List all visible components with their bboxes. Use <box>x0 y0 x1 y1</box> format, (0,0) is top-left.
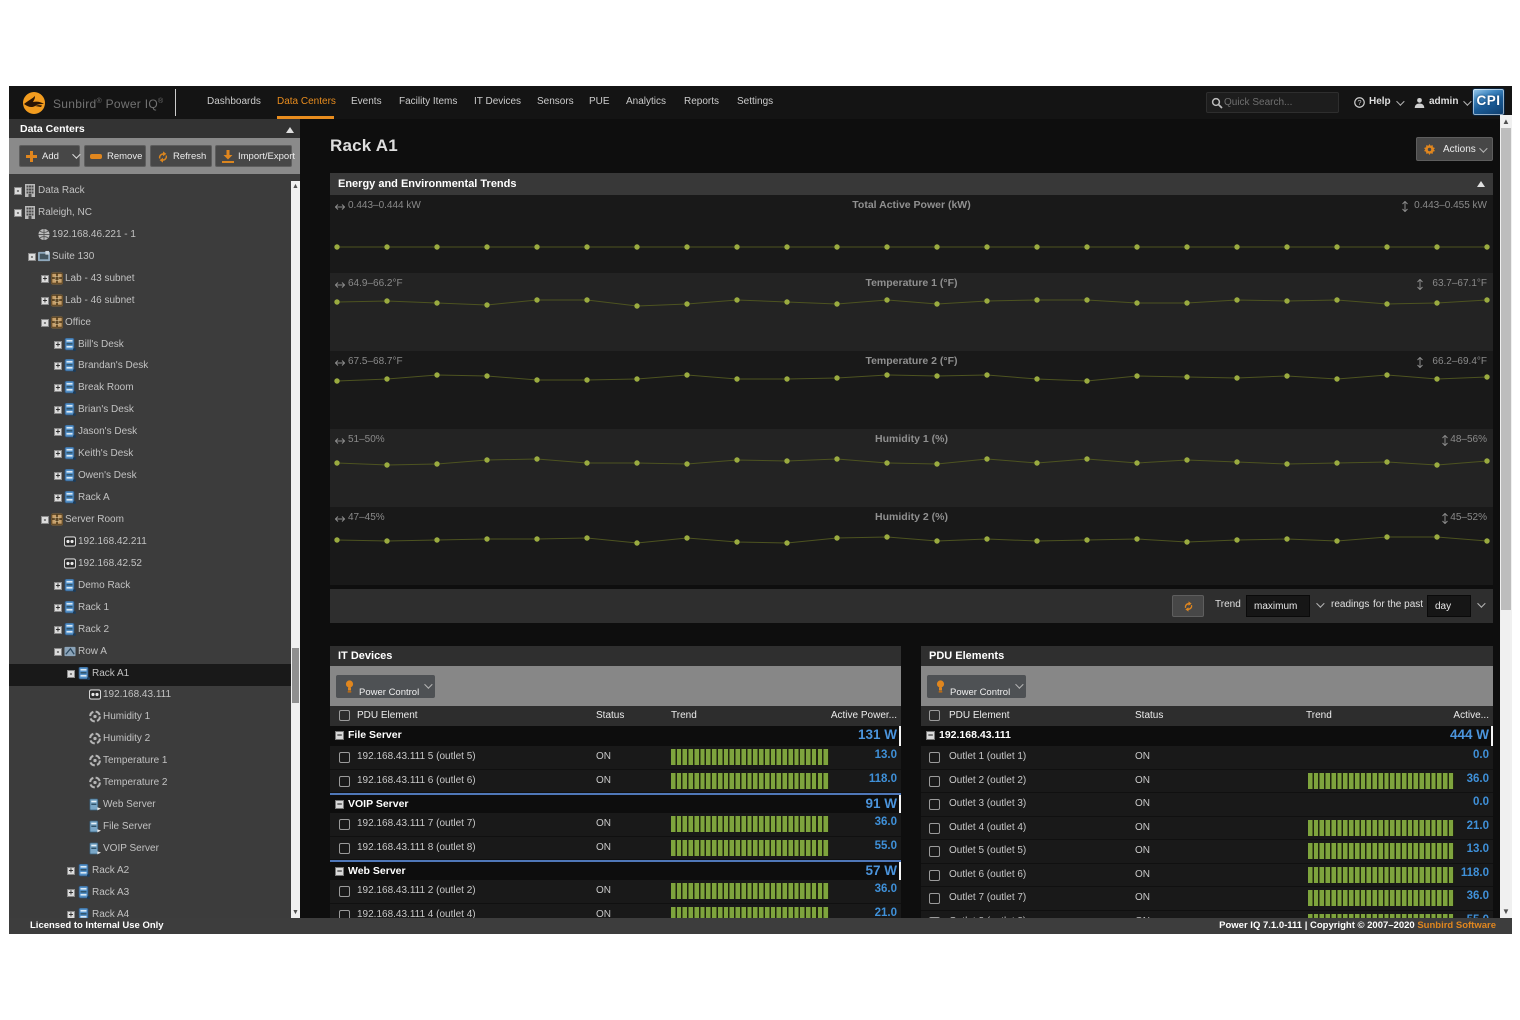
svg-text:?: ? <box>1358 98 1362 107</box>
